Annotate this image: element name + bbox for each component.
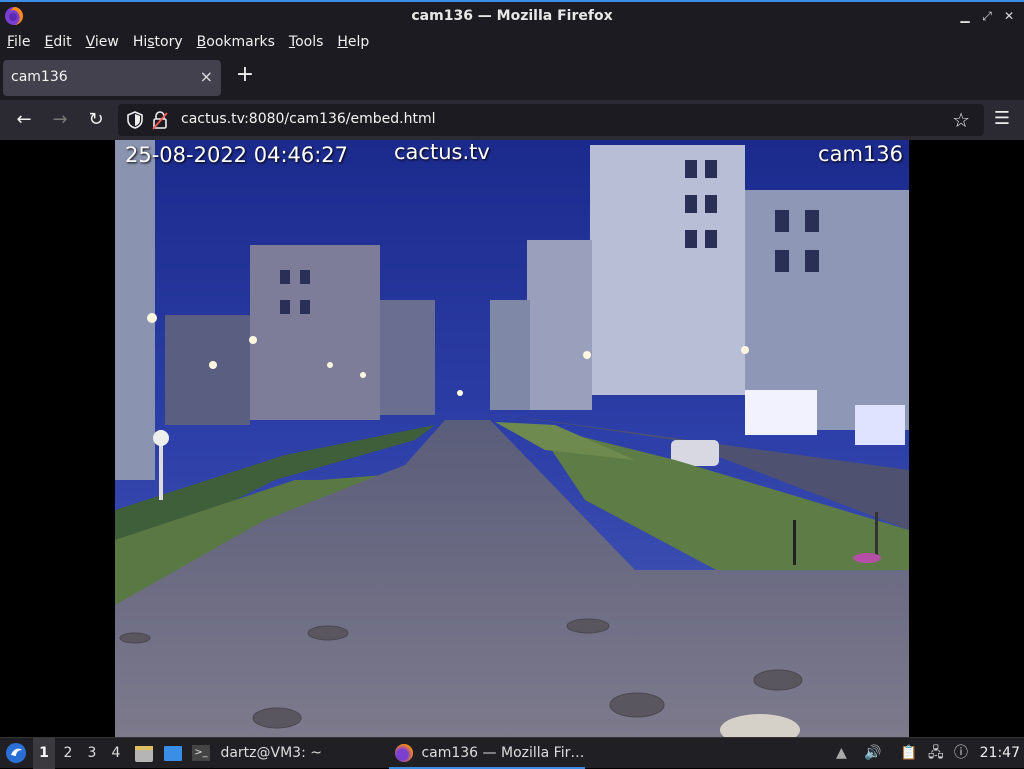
volume-icon[interactable]: 🔊 bbox=[864, 738, 882, 769]
firefox-logo-icon bbox=[5, 7, 23, 25]
menu-history[interactable]: History bbox=[133, 34, 183, 50]
menu-help[interactable]: Help bbox=[337, 34, 369, 50]
menu-bookmarks[interactable]: Bookmarks bbox=[197, 34, 275, 50]
workspace-1[interactable]: 1 bbox=[33, 738, 55, 769]
terminal-icon: >_ bbox=[192, 745, 210, 761]
back-arrow-icon[interactable]: ← bbox=[12, 108, 36, 132]
minimize-button[interactable]: ▁ bbox=[956, 7, 974, 25]
firefox-task-icon bbox=[395, 744, 413, 762]
menu-view[interactable]: View bbox=[86, 34, 119, 50]
tab-bar: cam136 × + bbox=[0, 54, 1024, 100]
forward-arrow-icon[interactable]: → bbox=[48, 108, 72, 132]
reload-icon[interactable]: ↻ bbox=[84, 108, 108, 132]
hamburger-menu-icon[interactable]: ☰ bbox=[994, 108, 1010, 129]
video-camera-label: cam136 bbox=[818, 142, 903, 166]
workspace-3[interactable]: 3 bbox=[81, 738, 103, 769]
navigation-bar: ← → ↻ cactus.tv:8080/cam136/embed.html ☆… bbox=[0, 100, 1024, 140]
workspace-2[interactable]: 2 bbox=[57, 738, 79, 769]
file-manager-icon[interactable] bbox=[134, 738, 154, 769]
camera-video-stream[interactable]: 25-08-2022 04:46:27 cactus.tv cam136 bbox=[115, 140, 909, 737]
network-icon[interactable]: 🖧 bbox=[928, 738, 948, 769]
video-brand-overlay: cactus.tv bbox=[394, 140, 490, 164]
close-window-button[interactable]: ✕ bbox=[1000, 7, 1018, 25]
video-timestamp: 25-08-2022 04:46:27 bbox=[125, 143, 349, 167]
window-title: cam136 — Mozilla Firefox bbox=[411, 8, 613, 24]
menu-file[interactable]: File bbox=[7, 34, 30, 50]
workspace-4[interactable]: 4 bbox=[105, 738, 127, 769]
url-text[interactable]: cactus.tv:8080/cam136/embed.html bbox=[181, 111, 435, 127]
page-content: 25-08-2022 04:46:27 cactus.tv cam136 bbox=[0, 140, 1024, 737]
task-firefox-label: cam136 — Mozilla Fir… bbox=[421, 745, 585, 761]
street-scene-image bbox=[115, 140, 909, 737]
clipboard-icon[interactable]: 📋 bbox=[900, 738, 918, 769]
new-tab-button[interactable]: + bbox=[234, 64, 256, 86]
task-terminal[interactable]: >_ dartz@VM3: ~ bbox=[192, 738, 372, 769]
tab-cam136[interactable]: cam136 × bbox=[3, 60, 221, 96]
shield-icon[interactable] bbox=[126, 110, 144, 130]
maximize-button[interactable]: ⤢ bbox=[978, 7, 996, 25]
tab-close-icon[interactable]: × bbox=[200, 67, 213, 86]
show-desktop-icon[interactable] bbox=[162, 738, 184, 769]
start-menu-icon[interactable] bbox=[4, 738, 28, 769]
bookmark-star-icon[interactable]: ☆ bbox=[952, 108, 970, 132]
task-firefox[interactable]: cam136 — Mozilla Fir… bbox=[389, 738, 585, 769]
window-titlebar: cam136 — Mozilla Firefox ▁ ⤢ ✕ bbox=[0, 0, 1024, 30]
insecure-lock-icon[interactable] bbox=[152, 110, 168, 130]
tab-label: cam136 bbox=[11, 69, 68, 85]
taskbar: 1 2 3 4 >_ dartz@VM3: ~ cam136 — Mozilla… bbox=[0, 737, 1024, 769]
clock[interactable]: 21:47 bbox=[980, 738, 1020, 769]
task-terminal-label: dartz@VM3: ~ bbox=[220, 745, 322, 761]
url-bar[interactable]: cactus.tv:8080/cam136/embed.html ☆ bbox=[118, 104, 984, 136]
tray-arrow-icon[interactable]: ▲ bbox=[836, 738, 852, 769]
menu-bar: File Edit View History Bookmarks Tools H… bbox=[0, 30, 1024, 54]
menu-tools[interactable]: Tools bbox=[289, 34, 324, 50]
updates-icon[interactable]: ⓘ bbox=[954, 738, 972, 769]
menu-edit[interactable]: Edit bbox=[44, 34, 71, 50]
